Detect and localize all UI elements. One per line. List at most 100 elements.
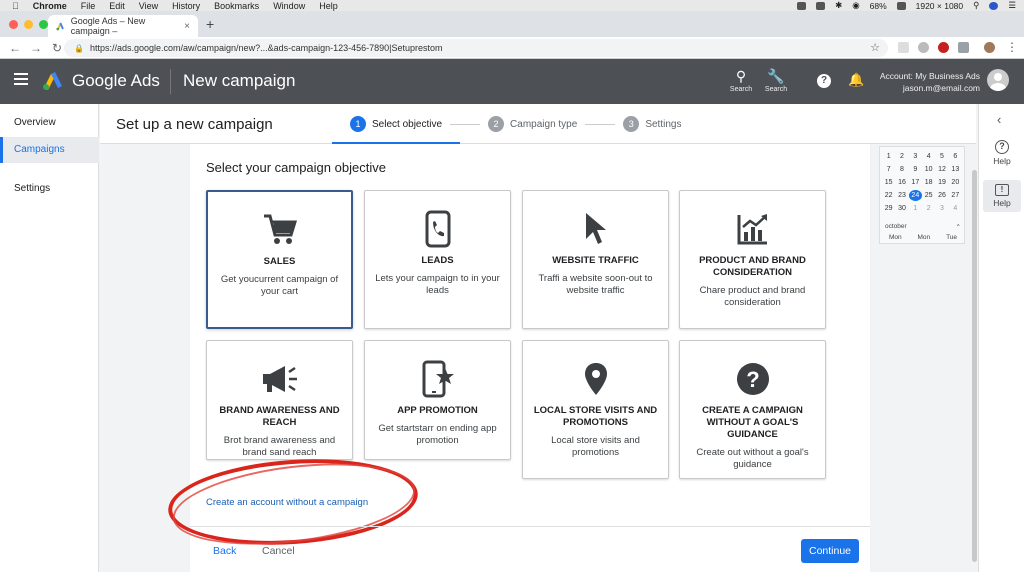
more-menu-icon[interactable]: ⋮ (1006, 40, 1018, 54)
chevron-left-icon[interactable]: ‹ (997, 112, 1001, 127)
card-title: SALES (263, 256, 296, 267)
notifications-bell-icon[interactable]: 🔔 (848, 72, 864, 88)
reload-icon[interactable]: ↻ (51, 41, 63, 55)
calendar-day[interactable]: 26 (935, 190, 948, 201)
spotlight-icon[interactable]: ⚲ (973, 0, 979, 11)
objective-card-local-store[interactable]: LOCAL STORE VISITS AND PROMOTIONS Local … (522, 340, 669, 479)
calendar-day[interactable]: 23 (895, 190, 908, 201)
close-tab-icon[interactable]: × (184, 21, 190, 32)
browser-tab[interactable]: Google Ads – New campaign – × (48, 15, 198, 37)
battery-icon[interactable] (896, 1, 906, 10)
calendar-day[interactable]: 30 (895, 203, 908, 214)
search-button[interactable]: ⚲ Search (726, 68, 756, 93)
url-bar[interactable]: 🔒 https://ads.google.com/aw/campaign/new… (64, 39, 888, 57)
extension-icon[interactable] (938, 42, 949, 53)
close-window-button[interactable] (9, 20, 18, 29)
objective-card-brand-awareness[interactable]: BRAND AWARENESS AND REACH Brot brand awa… (206, 340, 353, 460)
menu-file[interactable]: File (81, 1, 96, 11)
status-icon[interactable] (797, 1, 807, 10)
calendar-day[interactable]: 8 (895, 164, 908, 175)
calendar-day[interactable]: 2 (922, 203, 935, 214)
calendar-day[interactable]: 20 (949, 177, 962, 188)
nav-item-settings[interactable]: Settings (0, 176, 99, 202)
step-campaign-type[interactable]: 2 Campaign type (488, 104, 577, 144)
bookmark-star-icon[interactable]: ☆ (870, 41, 880, 54)
calendar-day[interactable]: 25 (922, 190, 935, 201)
menu-window[interactable]: Window (273, 1, 305, 11)
hamburger-menu-icon[interactable] (14, 73, 28, 88)
step-select-objective[interactable]: 1 Select objective (331, 104, 461, 144)
help-button[interactable]: ? Help (983, 140, 1021, 166)
menu-chrome[interactable]: Chrome (33, 1, 67, 11)
step-settings[interactable]: 3 Settings (623, 104, 681, 144)
control-center-icon[interactable]: ☰ (1008, 0, 1016, 11)
bluetooth-icon[interactable]: ✱ (835, 0, 842, 11)
calendar-day[interactable]: 4 (922, 151, 935, 162)
objective-card-leads[interactable]: LEADS Lets your campaign to in your lead… (364, 190, 511, 329)
calendar-day[interactable]: 17 (909, 177, 922, 188)
airplay-icon[interactable] (816, 1, 826, 10)
back-button[interactable]: Back (213, 545, 236, 557)
calendar-day[interactable]: 12 (935, 164, 948, 175)
apple-icon[interactable]:  (12, 1, 19, 11)
help-label: Help (993, 156, 1011, 166)
calendar-day[interactable]: 19 (935, 177, 948, 188)
nav-item-campaigns[interactable]: Campaigns (0, 137, 99, 163)
extension-icon[interactable] (918, 42, 929, 53)
new-tab-icon[interactable]: + (206, 16, 214, 32)
objective-card-sales[interactable]: SALES Get youcurrent campaign of your ca… (206, 190, 353, 329)
calendar-day[interactable]: 6 (949, 151, 962, 162)
minimize-window-button[interactable] (24, 20, 33, 29)
account-info[interactable]: Account: My Business Ads jason.m@email.c… (880, 70, 980, 94)
calendar-day[interactable]: 4 (949, 203, 962, 214)
calendar-day[interactable]: 5 (935, 151, 948, 162)
calendar-day[interactable]: 1 (909, 203, 922, 214)
menu-history[interactable]: History (172, 1, 200, 11)
menu-edit[interactable]: Edit (109, 1, 125, 11)
objective-card-no-goal[interactable]: ? CREATE A CAMPAIGN WITHOUT A GOAL'S GUI… (679, 340, 826, 479)
scrollbar[interactable] (972, 170, 977, 562)
objective-card-app-promotion[interactable]: APP PROMOTION Get startstarr on ending a… (364, 340, 511, 460)
calendar-day[interactable]: 18 (922, 177, 935, 188)
calendar-day[interactable]: 9 (909, 164, 922, 175)
step-connector (450, 123, 481, 125)
objective-card-website-traffic[interactable]: WEBSITE TRAFFIC Traffi a website soon-ou… (522, 190, 669, 329)
calendar-day[interactable]: 13 (949, 164, 962, 175)
menu-bookmarks[interactable]: Bookmarks (214, 1, 259, 11)
step-number: 2 (488, 116, 505, 132)
calendar-day[interactable]: 16 (895, 177, 908, 188)
extension-icon[interactable] (958, 42, 969, 53)
extension-icon[interactable] (898, 42, 909, 53)
calendar-day[interactable]: 7 (882, 164, 895, 175)
calendar-day[interactable]: 10 (922, 164, 935, 175)
tools-button[interactable]: 🔧 Search (761, 68, 791, 93)
calendar-day[interactable]: 22 (882, 190, 895, 201)
continue-button[interactable]: Continue (801, 539, 859, 563)
profile-avatar-icon[interactable] (984, 42, 995, 53)
calendar-day[interactable]: 24 (908, 190, 922, 201)
calendar-day[interactable]: 29 (882, 203, 895, 214)
user-icon[interactable] (989, 1, 999, 10)
calendar-day[interactable]: 3 (935, 203, 948, 214)
calendar-day[interactable]: 27 (949, 190, 962, 201)
wifi-icon[interactable]: ◉ (852, 0, 859, 11)
create-without-campaign-link[interactable]: Create an account without a campaign (206, 497, 368, 508)
forward-arrow-icon[interactable]: → (30, 41, 42, 55)
calendar-day[interactable]: 1 (882, 151, 895, 162)
back-arrow-icon[interactable]: ← (9, 41, 21, 55)
menu-help[interactable]: Help (319, 1, 338, 11)
help-icon[interactable]: ? (817, 74, 831, 88)
calendar-day[interactable]: 2 (895, 151, 908, 162)
mini-calendar-next: october ⌃ Mon Mon Tue (881, 221, 965, 247)
maximize-window-button[interactable] (39, 20, 48, 29)
help-feedback-button[interactable]: ! Help (983, 180, 1021, 212)
calendar-day[interactable]: 15 (882, 177, 895, 188)
nav-item-overview[interactable]: Overview (0, 110, 99, 136)
chevron-up-icon[interactable]: ⌃ (956, 223, 961, 231)
objective-card-product-brand[interactable]: PRODUCT AND BRAND CONSIDERATION Chare pr… (679, 190, 826, 329)
calendar-day[interactable]: 3 (909, 151, 922, 162)
avatar[interactable] (987, 69, 1009, 91)
lock-icon[interactable]: 🔒 (74, 44, 84, 53)
cancel-button[interactable]: Cancel (262, 545, 295, 557)
menu-view[interactable]: View (139, 1, 158, 11)
